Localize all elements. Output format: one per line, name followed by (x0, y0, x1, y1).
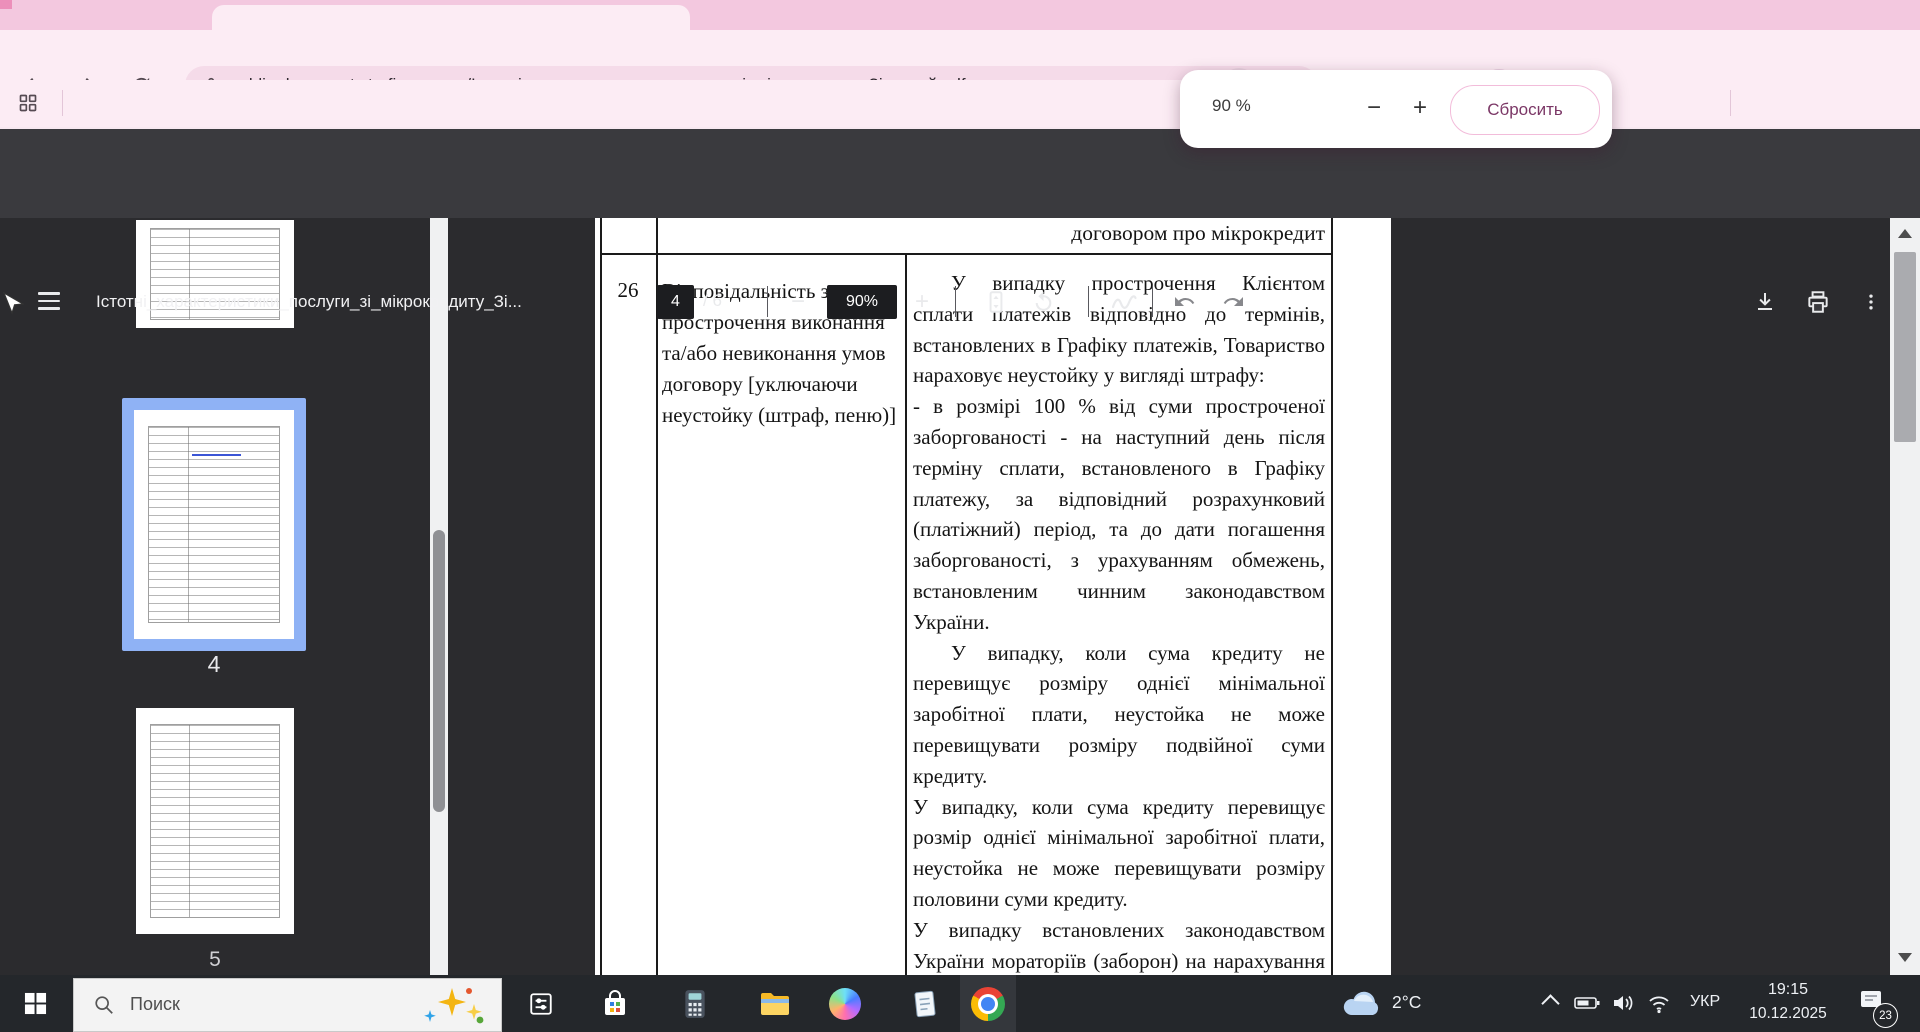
weather-cloud-icon[interactable] (1340, 987, 1382, 1019)
weather-temperature[interactable]: 2°C (1392, 992, 1421, 1013)
redo-icon[interactable] (1218, 287, 1248, 317)
tab-strip (0, 0, 1920, 30)
annotate-draw-icon[interactable] (1108, 287, 1140, 317)
paragraph: У випадку встановлених законодавством Ук… (913, 915, 1325, 975)
thumbnail-content-sketch (150, 724, 280, 918)
rotate-icon[interactable] (1028, 287, 1058, 317)
toolbar-separator (955, 286, 956, 317)
start-button[interactable] (12, 975, 58, 1032)
notification-count-badge[interactable]: 23 (1873, 1003, 1898, 1028)
taskbar-search-box[interactable]: Поиск (73, 978, 502, 1032)
file-explorer-button[interactable] (752, 975, 798, 1032)
volume-icon[interactable] (1608, 989, 1638, 1017)
thumbnail-page-4-label: 4 (184, 651, 244, 678)
toolbar-separator (1152, 286, 1153, 317)
chrome-taskbar-button[interactable] (960, 975, 1016, 1032)
bookmarks-separator (62, 90, 63, 116)
window-corner-accent (0, 0, 12, 9)
bookmarks-bar: Новини Відгуки Коментарі ВА Блоги Завдан… (0, 80, 1920, 127)
paragraph: У випадку, коли сума кредиту перевищує р… (913, 792, 1325, 915)
copilot-sparkle-icon (414, 986, 494, 1026)
copilot-button[interactable] (822, 975, 868, 1032)
notepad-button[interactable] (902, 975, 948, 1032)
table-border (600, 218, 602, 975)
active-tab[interactable] (212, 5, 690, 30)
copilot-icon (829, 988, 861, 1020)
pdf-page: договором про мікрокредит 26 Відповідаль… (595, 218, 1391, 975)
pdf-scrollbar-thumb[interactable] (1894, 252, 1916, 442)
search-icon (92, 993, 116, 1017)
thumbnail-page-5-label: 5 (185, 948, 245, 972)
apps-grid-icon[interactable] (14, 89, 42, 117)
zoom-reset-button[interactable]: Сбросить (1450, 85, 1600, 135)
pdf-download-icon[interactable] (1750, 287, 1780, 317)
table-border (600, 253, 1333, 255)
zoom-decrease-button[interactable]: − (1352, 84, 1396, 132)
scroll-down-button[interactable] (1890, 948, 1920, 966)
thumbnail-page-4-page (134, 410, 294, 639)
calculator-button[interactable] (672, 975, 718, 1032)
zoom-level-value: 90 % (1212, 96, 1251, 116)
table-header-continuation: договором про мікрокредит (905, 221, 1325, 251)
screen: public-document.starfin.com.ua/Істотні_х… (0, 0, 1920, 1032)
pdf-zoom-value[interactable]: 90% (827, 285, 897, 319)
table-border (905, 253, 907, 975)
thumbnail-content-sketch (148, 426, 279, 623)
pdf-viewer-area: 3 4 5 договором про (0, 218, 1920, 975)
fit-to-page-icon[interactable] (981, 287, 1011, 317)
windows-logo-icon (24, 992, 47, 1015)
pdf-menu-hamburger-icon[interactable] (38, 292, 60, 310)
pdf-toolbar: Істотні_характеристики_послуги_зі_мікрок… (0, 129, 1920, 218)
network-wifi-icon[interactable] (1644, 989, 1674, 1017)
paragraph: - в розмірі 100 % від суми простроченої … (913, 391, 1325, 637)
language-indicator[interactable]: УКР (1690, 993, 1720, 1011)
tray-chevron-up-icon[interactable] (1538, 993, 1562, 1013)
zoom-popup: 90 % − + Сбросить (1180, 70, 1612, 148)
thumbnail-link-line (192, 454, 241, 456)
browser-toolbar: public-document.starfin.com.ua/Істотні_х… (0, 30, 1920, 80)
search-placeholder-text: Поиск (130, 994, 180, 1015)
sidebar-scrollbar-thumb[interactable] (433, 530, 445, 812)
microsoft-store-button[interactable] (592, 975, 638, 1032)
thumbnail-page-5[interactable] (136, 708, 294, 934)
print-icon[interactable] (1803, 287, 1833, 317)
mouse-cursor (2, 292, 24, 327)
clock-time[interactable]: 19:15 (1740, 981, 1836, 999)
toolbar-separator (767, 286, 768, 317)
scroll-up-button[interactable] (1890, 224, 1920, 242)
zoom-increase-button[interactable]: + (1398, 84, 1442, 132)
row-content-cell: У випадку прострочення Клієнтом сплати п… (913, 268, 1325, 975)
thumbnail-page-4-selected[interactable] (122, 398, 306, 651)
toolbar-separator (1088, 286, 1089, 317)
bookmarks-separator (1730, 90, 1731, 116)
pdf-menu-kebab-icon[interactable] (1858, 287, 1884, 317)
table-border (656, 218, 658, 975)
chrome-icon (971, 987, 1005, 1021)
pdf-zoom-out-button[interactable]: − (782, 285, 814, 319)
page-number-input[interactable]: 4 (657, 285, 694, 319)
paragraph: У випадку, коли сума кредиту не перевищу… (913, 638, 1325, 792)
battery-icon[interactable] (1572, 989, 1602, 1017)
table-border (1331, 218, 1333, 975)
sidebar-scrollbar-track[interactable] (430, 218, 448, 975)
pdf-zoom-in-button[interactable]: + (906, 285, 938, 319)
taskbar: Поиск (0, 975, 1920, 1032)
clock-date[interactable]: 10.12.2025 (1740, 1005, 1836, 1023)
task-view-button[interactable] (518, 975, 564, 1032)
pdf-scrollbar-track[interactable] (1890, 218, 1920, 975)
pdf-document-title: Істотні_характеристики_послуги_зі_мікрок… (96, 289, 636, 315)
page-total-label: / 6 (703, 291, 722, 311)
undo-icon[interactable] (1170, 287, 1200, 317)
